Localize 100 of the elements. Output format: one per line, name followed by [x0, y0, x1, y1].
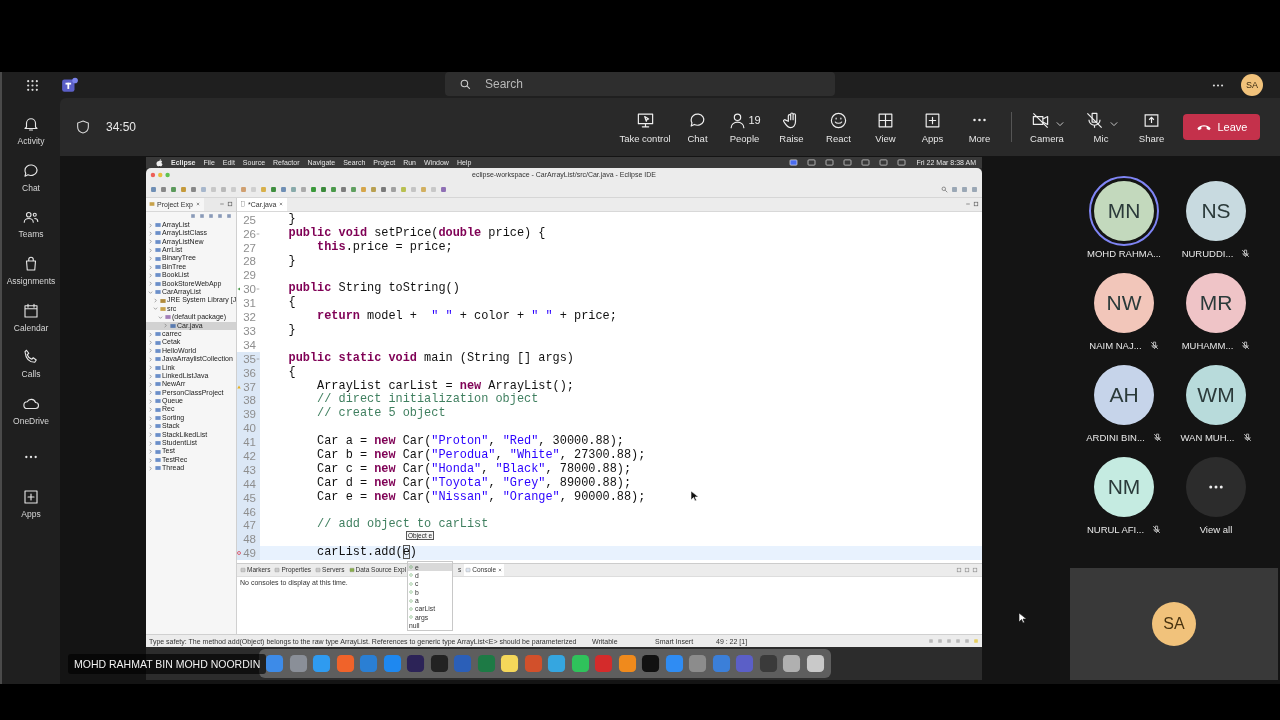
- maximize-icon[interactable]: [973, 201, 979, 208]
- code-line: Car b = new Car("Perodua", "White", 27300.88);: [316, 449, 646, 463]
- rail-item[interactable]: OneDrive: [2, 387, 60, 434]
- toolbar-button[interactable]: Take control: [616, 110, 674, 144]
- user-avatar[interactable]: SA: [1241, 74, 1263, 96]
- expander-icon[interactable]: [148, 365, 153, 371]
- expander-icon[interactable]: [148, 423, 153, 429]
- close-icon[interactable]: [194, 201, 201, 208]
- expander-icon[interactable]: [148, 264, 153, 270]
- minimize-icon[interactable]: [965, 201, 971, 208]
- app-icon[interactable]: [288, 654, 308, 673]
- expander-icon[interactable]: [148, 432, 153, 438]
- app-launcher-icon[interactable]: [26, 78, 39, 92]
- expander-icon[interactable]: [148, 390, 153, 396]
- rail-item[interactable]: Apps: [2, 480, 60, 528]
- expander-icon[interactable]: [148, 272, 153, 278]
- expander-icon[interactable]: [153, 306, 158, 312]
- line-number: 36: [242, 366, 256, 379]
- app-icon[interactable]: [570, 654, 590, 673]
- code-line: }: [287, 254, 296, 269]
- toolbar-button[interactable]: Apps: [909, 110, 956, 144]
- participant-avatar[interactable]: WM: [1186, 365, 1246, 425]
- fold-icon[interactable]: [256, 356, 260, 361]
- expander-icon[interactable]: [148, 281, 153, 287]
- expander-icon[interactable]: [148, 440, 153, 446]
- expander-icon[interactable]: [148, 382, 153, 387]
- expander-icon[interactable]: [148, 407, 153, 413]
- app-icon[interactable]: [782, 654, 801, 673]
- app-icon[interactable]: [406, 654, 425, 673]
- expander-icon[interactable]: [158, 314, 163, 320]
- view-all-label: View all: [1199, 524, 1233, 535]
- rail-item[interactable]: Teams: [2, 200, 60, 248]
- expander-icon[interactable]: [163, 323, 168, 329]
- apple-icon[interactable]: [156, 158, 163, 167]
- expander-icon[interactable]: [148, 340, 153, 346]
- rail-item[interactable]: Calls: [2, 340, 60, 388]
- rail-item[interactable]: Assignments: [2, 247, 60, 294]
- app-icon[interactable]: [641, 654, 660, 673]
- toolbar-button[interactable]: More: [956, 110, 1003, 144]
- search-icon[interactable]: [941, 185, 948, 193]
- expander-icon[interactable]: [148, 239, 153, 245]
- toolbar-button[interactable]: 19 People: [721, 110, 768, 144]
- line-number: 28: [242, 255, 256, 268]
- app-icon[interactable]: [805, 654, 825, 673]
- expander-icon[interactable]: [148, 289, 153, 295]
- toolbar-button[interactable]: Mic: [1074, 110, 1128, 144]
- expander-icon[interactable]: [148, 331, 153, 337]
- line-number: 33: [242, 324, 256, 337]
- expander-icon[interactable]: [153, 298, 158, 304]
- code-line: Car d = new Car("Toyota", "Grey", 89000.88);: [316, 476, 632, 491]
- participant-avatar[interactable]: MR: [1186, 273, 1246, 333]
- rail-item[interactable]: Chat: [2, 153, 60, 201]
- more-icon[interactable]: [24, 455, 38, 460]
- expander-icon[interactable]: [148, 465, 153, 471]
- code-line: }: [287, 324, 296, 338]
- expander-icon[interactable]: [148, 449, 153, 455]
- expander-icon[interactable]: [148, 356, 153, 362]
- expander-icon[interactable]: [148, 457, 153, 463]
- toolbar-button[interactable]: Camera: [1020, 110, 1074, 144]
- toolbar-button[interactable]: View: [862, 110, 909, 144]
- app-icon[interactable]: [429, 654, 449, 673]
- participant-avatar[interactable]: MN: [1094, 181, 1154, 241]
- app-icon[interactable]: [500, 654, 519, 673]
- participant-name: MUHAMM...: [1181, 340, 1234, 351]
- apps-icon: [22, 488, 40, 507]
- expander-icon[interactable]: [148, 415, 153, 421]
- code-line: ArrayList carList = new ArrayList();: [316, 379, 574, 393]
- expander-icon[interactable]: [148, 230, 153, 236]
- close-icon[interactable]: [497, 566, 504, 573]
- rail-item[interactable]: Calendar: [2, 293, 60, 341]
- expander-icon[interactable]: [148, 222, 153, 228]
- leave-button[interactable]: Leave: [1183, 114, 1260, 140]
- app-icon[interactable]: [617, 654, 637, 673]
- folder-icon: [149, 201, 155, 208]
- participant-avatar[interactable]: AH: [1094, 365, 1154, 425]
- close-icon[interactable]: [278, 201, 285, 208]
- participant-avatar[interactable]: NW: [1094, 273, 1154, 333]
- more-icon[interactable]: [1211, 82, 1225, 88]
- expander-icon[interactable]: [148, 348, 153, 354]
- app-icon[interactable]: [312, 654, 331, 673]
- line-number: 49: [242, 547, 256, 560]
- line-number: 27: [242, 241, 256, 254]
- app-icon[interactable]: [335, 654, 355, 673]
- rail-item[interactable]: Activity: [2, 107, 60, 154]
- maximize-icon[interactable]: [227, 201, 233, 208]
- code-line: return model + " " + color + " " + price;: [316, 310, 617, 324]
- toolbar-button[interactable]: React: [815, 110, 862, 144]
- participant-avatar[interactable]: NS: [1186, 181, 1246, 241]
- expander-icon[interactable]: [148, 373, 153, 379]
- share-button[interactable]: Share: [1128, 110, 1175, 144]
- participant-avatar[interactable]: NM: [1094, 457, 1154, 517]
- toolbar-button[interactable]: Raise: [768, 110, 815, 144]
- expander-icon[interactable]: [148, 247, 153, 253]
- expander-icon[interactable]: [148, 256, 153, 262]
- react-icon: [829, 110, 848, 130]
- toolbar-button[interactable]: Chat: [674, 110, 721, 144]
- minimize-icon[interactable]: [219, 201, 225, 208]
- app-icon[interactable]: [547, 654, 566, 673]
- app-icon[interactable]: [265, 654, 284, 673]
- expander-icon[interactable]: [148, 398, 153, 404]
